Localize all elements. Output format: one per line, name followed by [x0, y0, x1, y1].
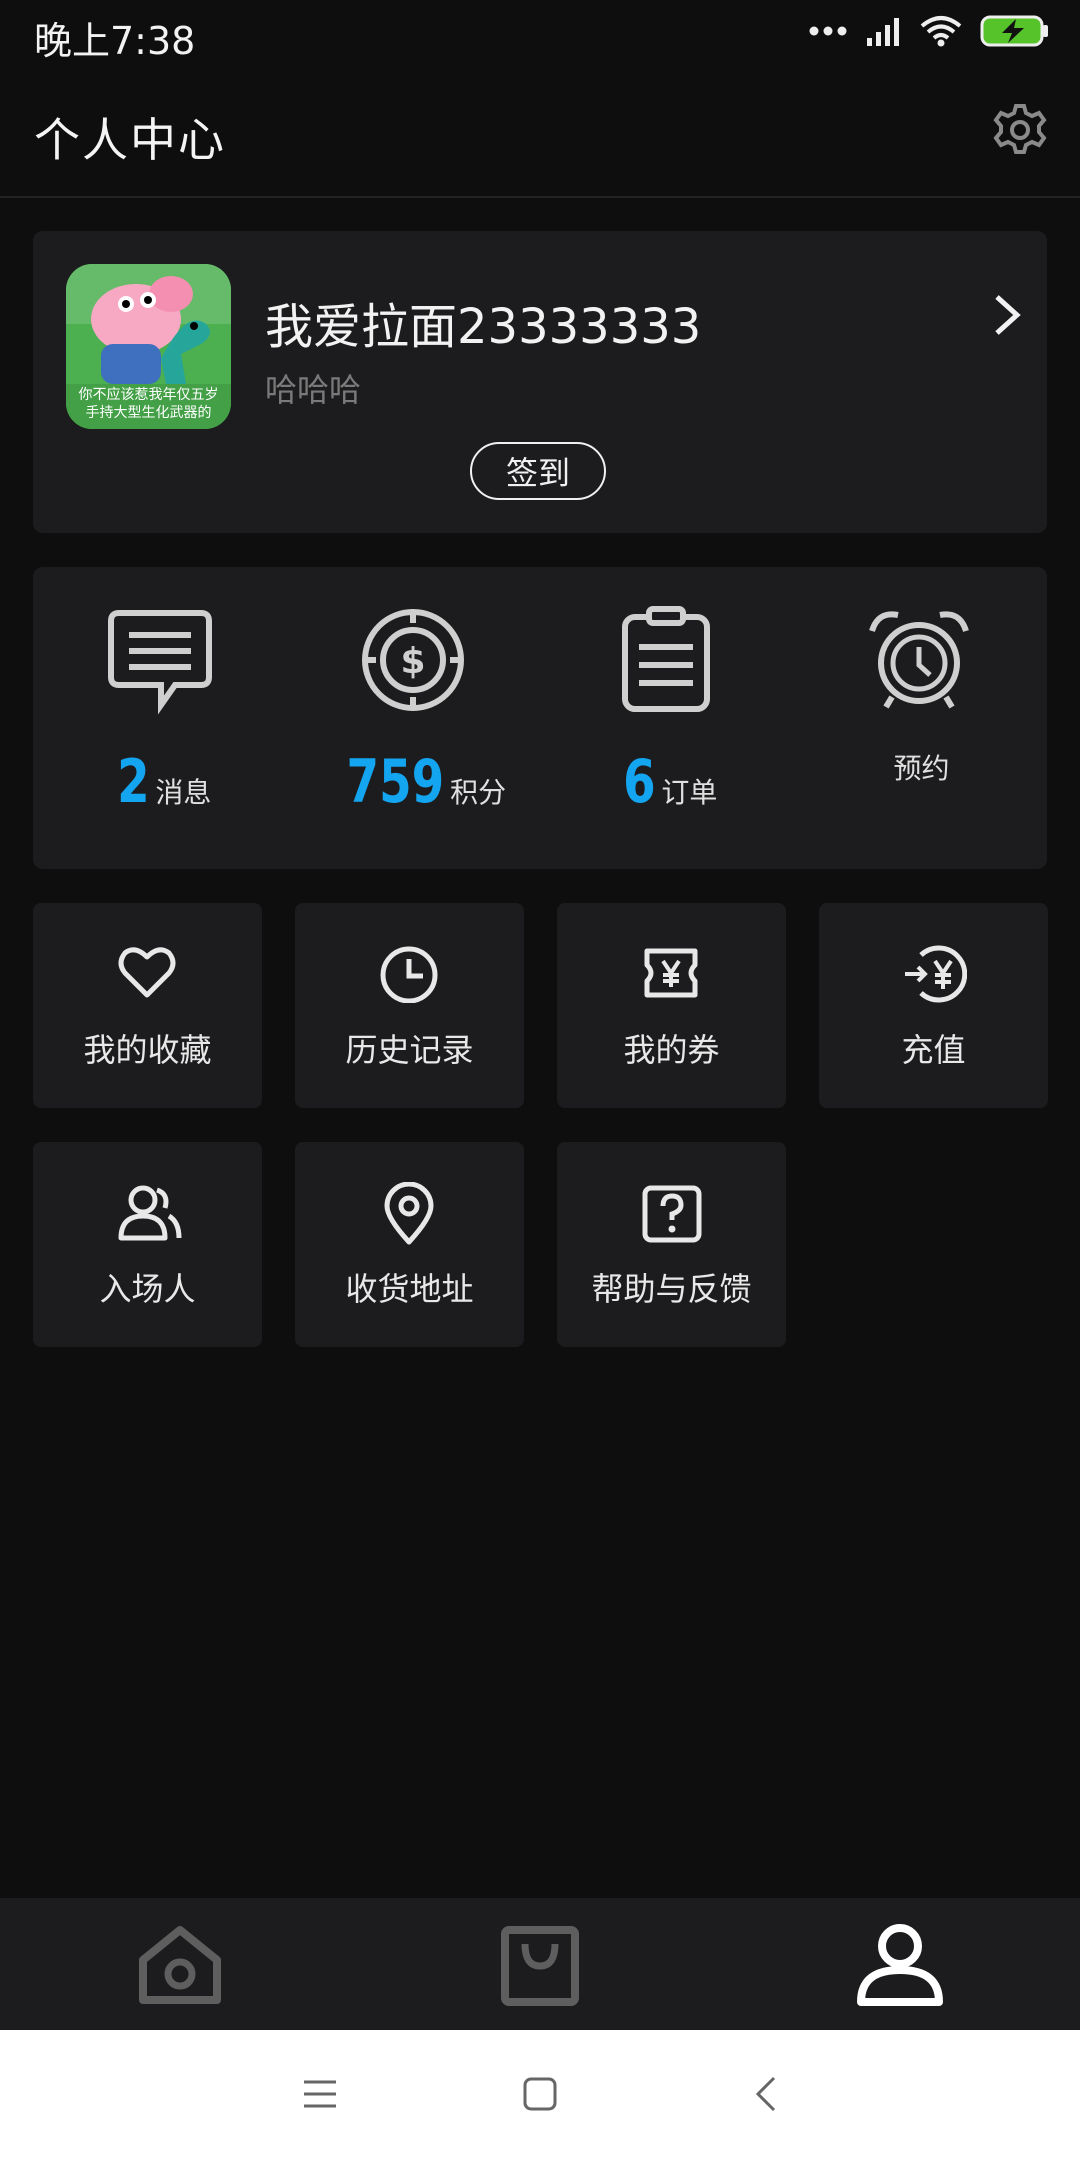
tile-recharge[interactable]: 充值	[819, 903, 1048, 1108]
clock-icon	[380, 946, 438, 1003]
svg-text:$: $	[400, 641, 425, 682]
stat-orders[interactable]: 6 订单	[539, 567, 792, 869]
menu-icon[interactable]	[300, 2074, 340, 2114]
points-count: 759	[346, 747, 445, 817]
tile-attendees[interactable]: 入场人	[33, 1142, 262, 1347]
tile-favorites[interactable]: 我的收藏	[33, 903, 262, 1108]
alarm-clock-icon	[869, 611, 969, 709]
profile-icon[interactable]	[855, 1922, 945, 2008]
signature: 哈哈哈	[265, 371, 362, 409]
back-icon[interactable]	[748, 2074, 788, 2114]
signal-icon	[867, 18, 899, 46]
system-nav-bar	[0, 2030, 1080, 2160]
tile-history[interactable]: 历史记录	[295, 903, 524, 1108]
gear-icon[interactable]	[992, 102, 1048, 158]
orders-label: 订单	[661, 776, 718, 809]
avatar-caption-line-2: 手持大型生化武器的	[85, 405, 212, 421]
tile-label: 收货地址	[345, 1270, 474, 1308]
home-square-icon[interactable]	[520, 2074, 560, 2114]
more-dots-icon	[809, 26, 847, 36]
attendee-icon	[118, 1185, 182, 1241]
tile-label: 历史记录	[345, 1031, 474, 1069]
status-icons	[808, 14, 1050, 48]
points-label: 积分	[450, 776, 507, 809]
bottom-tab-bar	[0, 1898, 1080, 2030]
location-pin-icon	[384, 1182, 434, 1245]
stat-points[interactable]: $ 759 积分	[286, 567, 539, 869]
message-icon	[108, 610, 212, 715]
profile-card[interactable]: 你不应该惹我年仅五岁 手持大型生化武器的 我爱拉面23333333 哈哈哈 签到	[33, 231, 1047, 533]
tile-label: 入场人	[99, 1270, 196, 1308]
status-bar: 晚上7:38	[0, 0, 1080, 70]
recharge-icon	[905, 945, 967, 1003]
tile-label: 我的券	[623, 1031, 720, 1069]
home-icon[interactable]	[135, 1922, 225, 2008]
username: 我爱拉面23333333	[265, 299, 702, 355]
messages-count: 2	[116, 747, 150, 817]
wifi-icon	[920, 16, 962, 47]
appointments-label: 预约	[893, 752, 950, 785]
coin-icon: $	[362, 609, 464, 711]
help-icon	[642, 1185, 702, 1243]
tile-label: 帮助与反馈	[591, 1270, 752, 1308]
stat-appointments[interactable]: 预约	[792, 567, 1045, 869]
stat-messages[interactable]: 2 消息	[33, 567, 286, 869]
orders-count: 6	[622, 747, 656, 817]
tile-coupons[interactable]: 我的券	[557, 903, 786, 1108]
chevron-right-icon[interactable]	[991, 291, 1023, 339]
header: 个人中心	[0, 70, 1080, 198]
heart-icon	[118, 947, 176, 998]
page-title: 个人中心	[34, 113, 226, 167]
tile-label: 充值	[901, 1031, 966, 1069]
coupon-icon	[644, 948, 698, 998]
avatar-caption-line-1: 你不应该惹我年仅五岁	[78, 387, 219, 403]
status-time: 晚上7:38	[34, 19, 196, 63]
messages-label: 消息	[155, 776, 212, 809]
order-clipboard-icon	[622, 606, 710, 712]
tile-address[interactable]: 收货地址	[295, 1142, 524, 1347]
tile-help[interactable]: 帮助与反馈	[557, 1142, 786, 1347]
avatar[interactable]: 你不应该惹我年仅五岁 手持大型生化武器的	[66, 264, 231, 429]
tile-label: 我的收藏	[83, 1031, 212, 1069]
signin-button[interactable]: 签到	[470, 442, 606, 500]
shopping-bag-icon[interactable]	[495, 1922, 585, 2008]
battery-charging-icon	[980, 15, 1048, 47]
stats-card: 2 消息 $ 759 积分 6 订单 预约	[33, 567, 1047, 869]
